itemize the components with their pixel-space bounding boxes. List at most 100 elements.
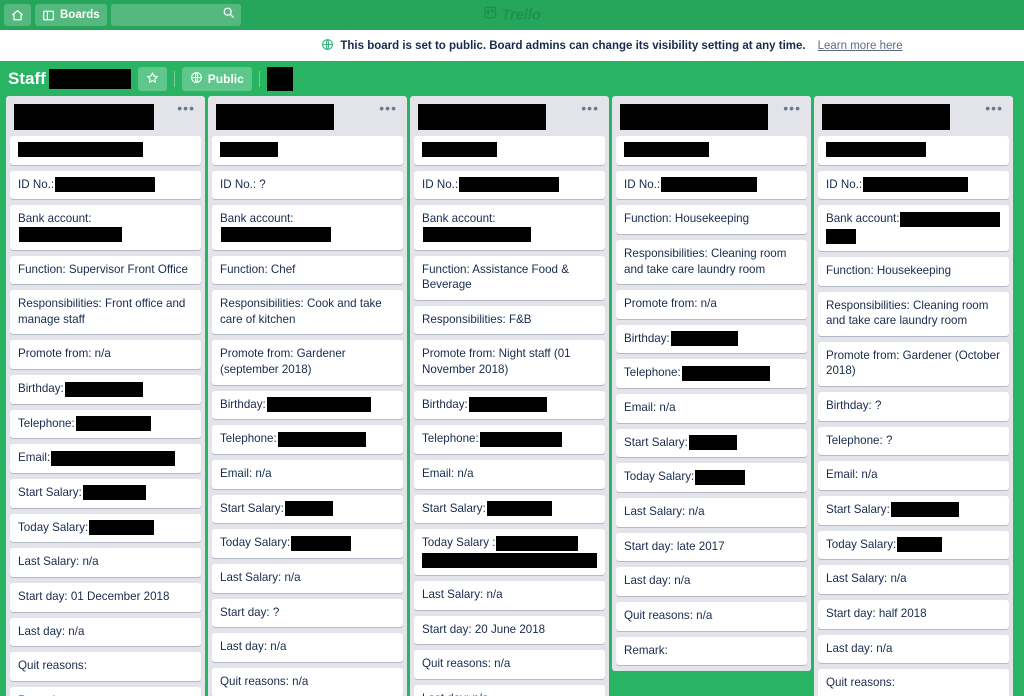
card[interactable]: Responsibilities: Cook and take care of … <box>212 290 403 335</box>
list-title-redaction[interactable] <box>822 104 950 130</box>
card[interactable]: Bank account: <box>10 205 201 250</box>
card[interactable]: Start Salary: <box>212 494 403 524</box>
card[interactable]: Remark: <box>10 686 201 696</box>
card[interactable]: Promote from: Gardener (October 2018) <box>818 341 1009 387</box>
card[interactable]: Birthday: ? <box>818 392 1009 421</box>
card[interactable]: Start Salary: <box>10 479 201 508</box>
card[interactable]: Quit reasons: <box>10 652 201 681</box>
board-member-redaction[interactable] <box>266 66 293 91</box>
card[interactable]: Remark: <box>616 636 807 666</box>
list-title-redaction[interactable] <box>216 104 334 130</box>
card[interactable]: Promote from: n/a <box>10 340 201 370</box>
card[interactable]: ID No.: <box>616 170 807 200</box>
card[interactable]: Birthday: <box>10 375 201 404</box>
card[interactable]: Function: Housekeeping <box>818 256 1009 286</box>
card[interactable]: Start day: half 2018 <box>818 599 1009 629</box>
list-menu-icon[interactable]: ••• <box>175 101 197 115</box>
card[interactable]: Email: n/a <box>212 460 403 489</box>
card[interactable]: Last Salary: n/a <box>212 563 403 593</box>
card[interactable]: Telephone: <box>616 359 807 389</box>
card[interactable]: Telephone: <box>10 409 201 439</box>
boards-button[interactable]: Boards <box>35 4 107 26</box>
card[interactable]: Birthday: <box>414 390 605 420</box>
card[interactable]: Today Salary: <box>10 513 201 543</box>
card[interactable]: Email: n/a <box>616 394 807 423</box>
card[interactable]: ID No.: <box>414 170 605 200</box>
board-list: ••• ID No.: Bank account: Function: Assista… <box>410 96 609 696</box>
search-box[interactable] <box>110 4 241 26</box>
list-title-redaction[interactable] <box>620 104 768 130</box>
card[interactable]: Today Salary: <box>616 463 807 493</box>
card[interactable]: Responsibilities: Front office and manag… <box>10 290 201 335</box>
card[interactable] <box>616 136 807 165</box>
card[interactable] <box>818 136 1009 165</box>
card[interactable]: Last day: n/a <box>414 684 605 696</box>
card[interactable]: Birthday: <box>616 324 807 354</box>
card[interactable]: Function: Housekeeping <box>616 205 807 234</box>
card[interactable]: ID No.: ? <box>212 170 403 200</box>
card[interactable]: Last Salary: n/a <box>616 498 807 527</box>
card[interactable] <box>212 136 403 165</box>
card[interactable]: Quit reasons: n/a <box>616 601 807 631</box>
page-title[interactable]: Staff <box>8 68 131 89</box>
list-menu-icon[interactable]: ••• <box>781 101 803 115</box>
card[interactable]: Telephone: <box>212 425 403 455</box>
card[interactable]: Last Salary: n/a <box>414 580 605 610</box>
card[interactable]: Email: n/a <box>414 460 605 489</box>
card[interactable]: Last Salary: n/a <box>818 565 1009 594</box>
card[interactable]: Start day: ? <box>212 598 403 628</box>
card[interactable]: Quit reasons: n/a <box>212 667 403 696</box>
card-text: Telephone: <box>624 366 681 380</box>
card[interactable]: Bank account: <box>212 205 403 250</box>
card[interactable]: Last Salary: n/a <box>10 548 201 577</box>
card[interactable]: Bank account: <box>818 205 1009 251</box>
trello-brand[interactable]: Trello <box>483 6 541 25</box>
card[interactable]: Email: <box>10 444 201 474</box>
learn-more-link[interactable]: Learn more here <box>818 40 903 52</box>
card[interactable]: Last day: n/a <box>616 567 807 596</box>
card[interactable]: Start day: 01 December 2018 <box>10 582 201 612</box>
card[interactable]: Today Salary: <box>818 530 1009 560</box>
card[interactable]: Responsibilities: Cleaning room and take… <box>616 239 807 285</box>
board-visibility-button[interactable]: Public <box>181 66 252 91</box>
card[interactable]: Quit reasons: n/a <box>414 650 605 679</box>
card[interactable]: Birthday: <box>212 390 403 420</box>
home-button[interactable] <box>4 4 31 26</box>
card[interactable]: Function: Supervisor Front Office <box>10 255 201 285</box>
card[interactable]: Telephone: <box>414 425 605 455</box>
card[interactable]: Responsibilities: F&B <box>414 305 605 335</box>
card[interactable]: Start day: late 2017 <box>616 532 807 562</box>
card[interactable]: ID No.: <box>818 170 1009 200</box>
card[interactable]: Last day: n/a <box>818 634 1009 664</box>
card[interactable]: Start day: 20 June 2018 <box>414 615 605 645</box>
card[interactable]: Telephone: ? <box>818 426 1009 456</box>
card[interactable]: Start Salary: <box>414 494 605 524</box>
brand-name: Trello <box>501 6 541 24</box>
card[interactable]: Promote from: Night staff (01 November 2… <box>414 340 605 385</box>
list-menu-icon[interactable]: ••• <box>579 101 601 115</box>
card[interactable]: Quit reasons: <box>818 669 1009 696</box>
search-icon[interactable] <box>222 6 235 24</box>
card[interactable]: Today Salary: <box>212 529 403 558</box>
card[interactable]: Promote from: n/a <box>616 290 807 319</box>
list-menu-icon[interactable]: ••• <box>377 101 399 115</box>
card-value-redaction <box>51 450 176 466</box>
card[interactable]: Responsibilities: Cleaning room and take… <box>818 291 1009 336</box>
card[interactable]: Start Salary: <box>818 496 1009 525</box>
card[interactable]: Today Salary : <box>414 529 605 575</box>
card[interactable]: Start Salary: <box>616 428 807 458</box>
list-menu-icon[interactable]: ••• <box>983 101 1005 115</box>
star-board-button[interactable] <box>137 66 167 91</box>
card[interactable] <box>10 136 201 165</box>
card[interactable]: Bank account: <box>414 205 605 250</box>
card[interactable]: ID No.: <box>10 170 201 200</box>
card[interactable]: Promote from: Gardener (september 2018) <box>212 340 403 385</box>
card[interactable]: Last day: n/a <box>10 617 201 647</box>
card[interactable]: Last day: n/a <box>212 633 403 662</box>
card[interactable]: Function: Assistance Food & Beverage <box>414 255 605 300</box>
list-title-redaction[interactable] <box>418 104 546 130</box>
list-title-redaction[interactable] <box>14 104 154 130</box>
card[interactable] <box>414 136 605 165</box>
card[interactable]: Email: n/a <box>818 461 1009 491</box>
card[interactable]: Function: Chef <box>212 255 403 285</box>
